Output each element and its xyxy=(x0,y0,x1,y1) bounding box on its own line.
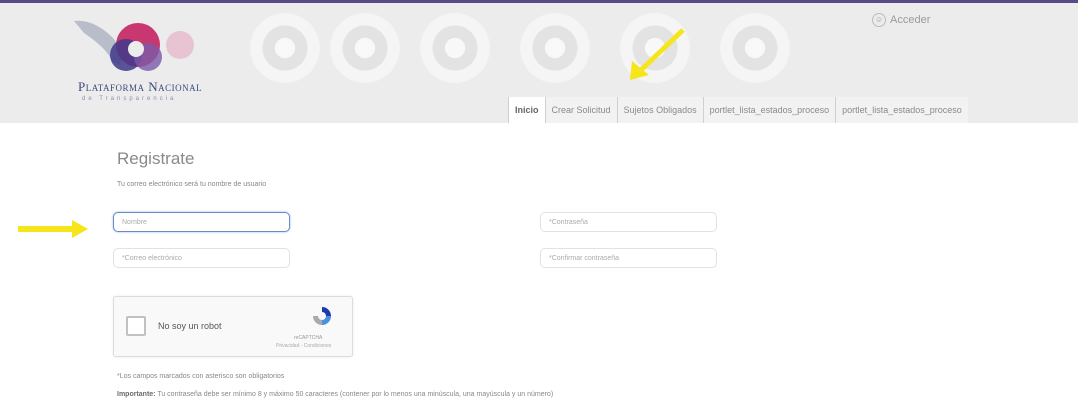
important-label: Importante: xyxy=(117,391,156,398)
recaptcha-links[interactable]: Privacidad - Condiciones xyxy=(276,343,331,349)
user-icon: ☺ xyxy=(872,13,886,27)
decorative-swirl xyxy=(520,13,590,83)
login-link[interactable]: ☺ Acceder xyxy=(872,13,930,27)
email-field[interactable]: *Correo electrónico xyxy=(113,248,290,268)
password-field[interactable]: *Contraseña xyxy=(540,212,717,232)
required-note: *Los campos marcados con asterisco son o… xyxy=(117,373,285,380)
annotation-arrow-icon xyxy=(18,220,88,238)
decorative-swirl xyxy=(250,13,320,83)
page-title: Registrate xyxy=(117,149,195,168)
recaptcha-label: No soy un robot xyxy=(158,321,222,331)
recaptcha-brand: reCAPTCHA xyxy=(294,335,323,341)
recaptcha-checkbox[interactable] xyxy=(126,316,146,336)
brand-title: Plataforma Nacional xyxy=(78,79,203,94)
confirm-password-field[interactable]: *Confirmar contraseña xyxy=(540,248,717,268)
site-header: Plataforma Nacional de Transparencia ☺ A… xyxy=(0,3,1078,123)
form-intro: Tu correo electrónico será tu nombre de … xyxy=(117,181,267,188)
decorative-swirl xyxy=(420,13,490,83)
main-nav: Inicio Crear Solicitud Sujetos Obligados… xyxy=(508,97,968,123)
name-field[interactable]: Nombre xyxy=(113,212,290,232)
login-label: Acceder xyxy=(890,14,931,26)
tab-inicio[interactable]: Inicio xyxy=(508,97,545,123)
tab-sujetos-obligados[interactable]: Sujetos Obligados xyxy=(616,97,703,123)
password-rules: Importante: Tu contraseña debe ser mínim… xyxy=(117,391,553,398)
important-text: Tu contraseña debe ser mínimo 8 y máximo… xyxy=(157,391,554,398)
annotation-arrow-icon xyxy=(630,28,685,80)
tab-portlet-1[interactable]: portlet_lista_estados_proceso xyxy=(702,97,836,123)
tab-crear-solicitud[interactable]: Crear Solicitud xyxy=(544,97,617,123)
tab-portlet-2[interactable]: portlet_lista_estados_proceso xyxy=(835,97,968,123)
recaptcha-icon xyxy=(313,307,331,325)
decorative-swirl xyxy=(330,13,400,83)
brand-subtitle: de Transparencia xyxy=(82,96,177,102)
decorative-swirl xyxy=(720,13,790,83)
recaptcha-widget: No soy un robot reCAPTCHA Privacidad - C… xyxy=(113,296,353,357)
